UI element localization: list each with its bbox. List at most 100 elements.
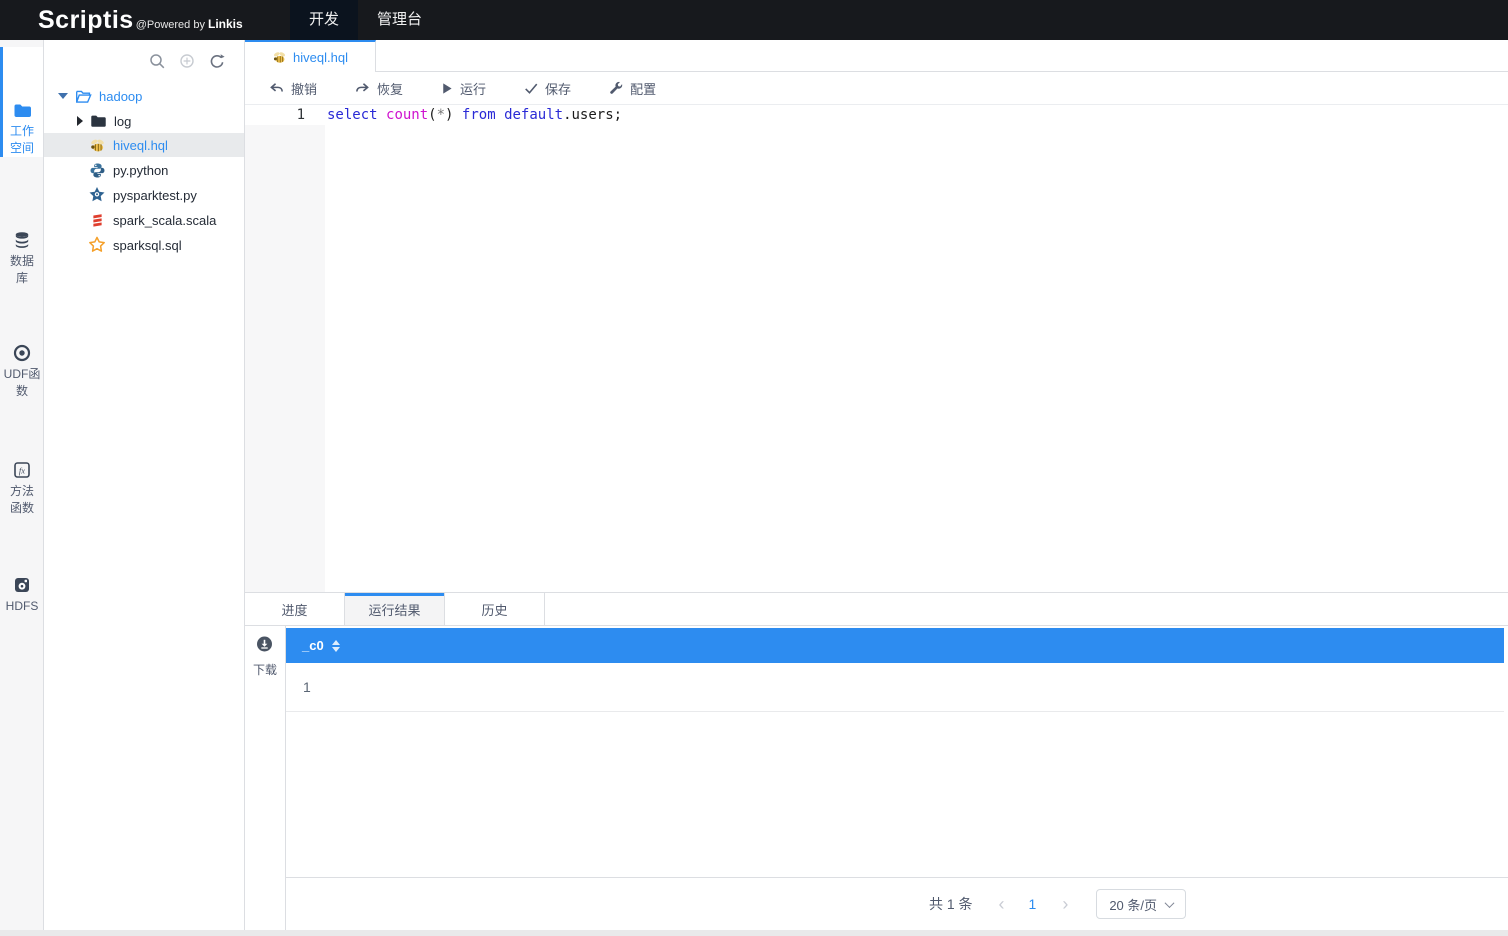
file-tree-panel: hadoop log hiveql.hql py.python pysparkt…: [44, 40, 245, 930]
rail-item-udf[interactable]: UDF函 数: [0, 343, 44, 400]
tree-node-label: hadoop: [99, 89, 142, 104]
redo-label: 恢复: [377, 79, 403, 98]
save-icon: [523, 81, 539, 96]
download-icon: [255, 635, 274, 654]
scala-icon: [88, 212, 106, 229]
brand-linkis: Linkis: [208, 17, 243, 31]
pagination-bar: 共 1 条 ‹ 1 › 20 条/页: [286, 877, 1508, 930]
results-tabbar: 进度 运行结果 历史: [245, 592, 1508, 626]
tree-node-label: sparksql.sql: [113, 238, 182, 253]
next-page-button[interactable]: ›: [1062, 895, 1068, 913]
redo-icon: [354, 80, 371, 97]
tree-node-sparksql[interactable]: sparksql.sql: [44, 233, 244, 257]
rail-label-line: 空间: [10, 141, 34, 155]
config-wrench-icon: [608, 80, 624, 96]
brand-name: Scriptis: [38, 6, 134, 35]
undo-button[interactable]: 撤销: [268, 79, 317, 98]
nav-tab-develop[interactable]: 开发: [290, 0, 358, 40]
database-icon: [12, 230, 32, 250]
sparksql-icon: [88, 236, 106, 254]
tree-toolbar: [148, 52, 226, 70]
pyspark-icon: [88, 186, 106, 204]
rail-label-line: HDFS: [6, 599, 39, 613]
editor-tabbar: hiveql.hql: [245, 40, 1508, 72]
save-button[interactable]: 保存: [523, 79, 571, 98]
editor-tab-hiveql[interactable]: hiveql.hql: [245, 40, 376, 72]
workspace-folder-icon: [12, 100, 32, 120]
left-rail: 工作 空间 数据 库 UDF函 数 fx 方法 函数 HDFS: [0, 40, 44, 930]
run-label: 运行: [460, 79, 486, 98]
undo-label: 撤销: [291, 79, 317, 98]
save-label: 保存: [545, 79, 571, 98]
brand-logo[interactable]: Scriptis @Powered by Linkis: [38, 0, 243, 40]
code-token: *: [437, 107, 445, 123]
udf-target-icon: [12, 343, 32, 363]
results-panel: _c0 1 共 1 条 ‹ 1 › 20 条/页: [286, 626, 1508, 930]
rail-label-line: 方法: [10, 484, 34, 498]
locate-icon[interactable]: [178, 52, 196, 70]
page-size-select[interactable]: 20 条/页: [1096, 889, 1186, 919]
download-button[interactable]: 下载: [253, 635, 277, 678]
undo-icon: [268, 80, 285, 97]
code-token: .users;: [563, 107, 622, 123]
svg-text:fx: fx: [19, 466, 25, 476]
code-token: ): [445, 107, 462, 123]
tree-node-hadoop[interactable]: hadoop: [44, 84, 244, 108]
rail-item-workspace[interactable]: 工作 空间: [0, 100, 44, 157]
rail-label-line: 数据: [10, 254, 34, 268]
tab-history[interactable]: 历史: [445, 593, 545, 625]
table-header-c0[interactable]: _c0: [286, 628, 1504, 663]
tree-node-log[interactable]: log: [44, 109, 244, 133]
editor-tab-label: hiveql.hql: [293, 50, 348, 65]
page-size-label: 20 条/页: [1109, 895, 1157, 914]
tree-node-scala[interactable]: spark_scala.scala: [44, 208, 244, 232]
rail-item-hdfs[interactable]: HDFS: [0, 575, 44, 615]
topbar: Scriptis @Powered by Linkis 开发 管理台: [0, 0, 1508, 40]
code-token: count: [386, 107, 428, 123]
hive-bee-icon: [272, 50, 287, 65]
run-button[interactable]: 运行: [440, 79, 486, 98]
caret-expanded-icon[interactable]: [58, 93, 68, 99]
download-label: 下载: [253, 661, 277, 678]
editor-gutter: [245, 105, 325, 592]
code-editor[interactable]: 1 select count(*) from default.users;: [245, 105, 1508, 592]
fx-function-icon: fx: [12, 460, 32, 480]
tree-node-label: spark_scala.scala: [113, 213, 216, 228]
rail-item-methods[interactable]: fx 方法 函数: [0, 460, 44, 517]
brand-powered-by: @Powered by Linkis: [136, 17, 243, 31]
sort-icon[interactable]: [332, 640, 340, 652]
rail-item-database[interactable]: 数据 库: [0, 230, 44, 287]
python-icon: [88, 162, 106, 179]
rail-label-line: 数: [16, 384, 28, 398]
tree-node-python[interactable]: py.python: [44, 158, 244, 182]
current-page-button[interactable]: 1: [1029, 896, 1037, 912]
tree-node-label: py.python: [113, 163, 168, 178]
search-icon[interactable]: [148, 52, 166, 70]
rail-label-line: UDF函: [4, 367, 41, 381]
redo-button[interactable]: 恢复: [354, 79, 403, 98]
run-icon: [440, 81, 454, 96]
tab-progress[interactable]: 进度: [245, 593, 345, 625]
tab-run-results[interactable]: 运行结果: [345, 593, 445, 625]
caret-collapsed-icon[interactable]: [77, 116, 83, 126]
refresh-icon[interactable]: [208, 52, 226, 70]
code-token: (: [428, 107, 436, 123]
line-number: 1: [245, 105, 305, 125]
code-line-1[interactable]: 1 select count(*) from default.users;: [245, 105, 1508, 125]
column-header-label: _c0: [302, 638, 324, 653]
tree-node-hiveql[interactable]: hiveql.hql: [44, 133, 244, 157]
table-row[interactable]: 1: [286, 663, 1504, 712]
horizontal-scrollbar[interactable]: [0, 930, 1508, 936]
nav-tab-console[interactable]: 管理台: [358, 0, 441, 40]
prev-page-button[interactable]: ‹: [999, 895, 1005, 913]
results-side-gutter: 下载: [245, 626, 286, 930]
editor-toolbar: 撤销 恢复 运行 保存 配置: [245, 72, 1508, 105]
pagination-total: 共 1 条: [929, 894, 973, 914]
rail-label-line: 库: [16, 271, 28, 285]
code-token: default: [504, 107, 563, 123]
rail-label-line: 工作: [10, 124, 34, 138]
config-button[interactable]: 配置: [608, 79, 656, 98]
tree-node-pyspark[interactable]: pysparktest.py: [44, 183, 244, 207]
code-text: select count(*) from default.users;: [327, 105, 622, 125]
top-nav: 开发 管理台: [290, 0, 441, 40]
